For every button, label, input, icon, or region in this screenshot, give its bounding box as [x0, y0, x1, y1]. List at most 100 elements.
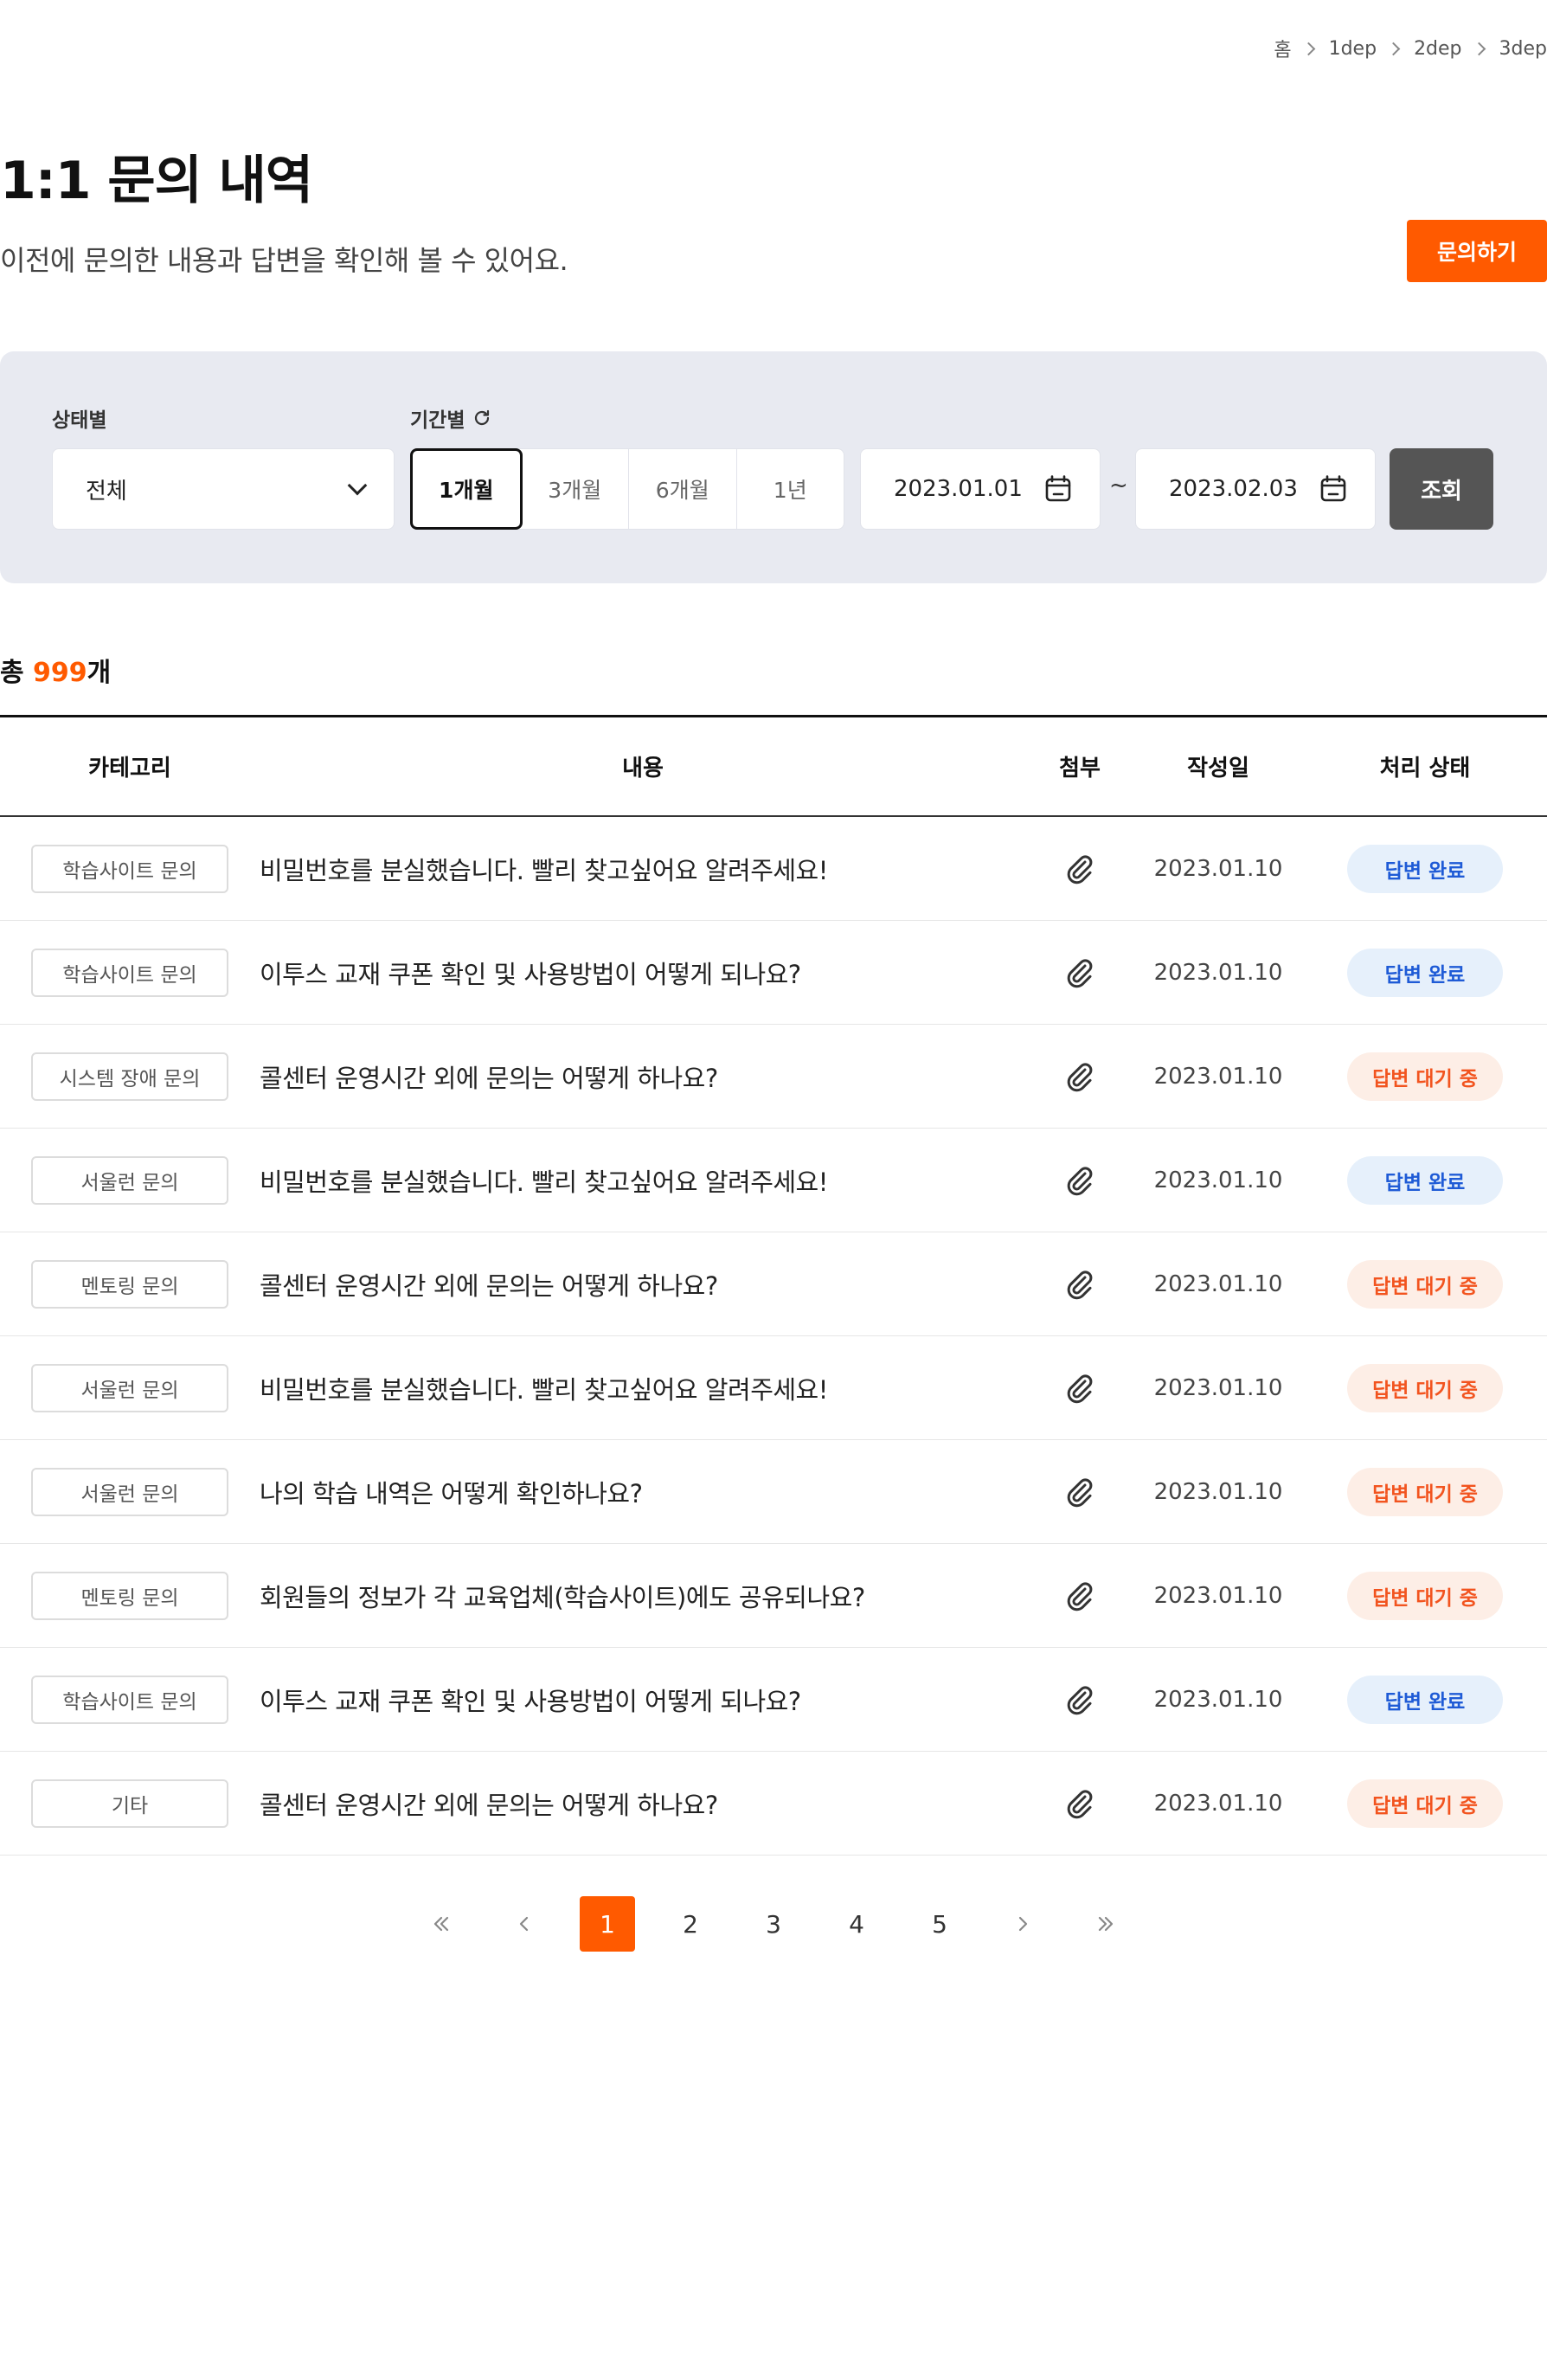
- category-tag: 학습사이트 문의: [31, 948, 228, 997]
- pagination: 1 2 3 4 5: [0, 1895, 1547, 1952]
- period-1year-button[interactable]: 1년: [737, 449, 844, 529]
- breadcrumb: 홈 1dep 2dep 3dep: [1274, 33, 1547, 64]
- attachment-cell: [1026, 1163, 1133, 1198]
- table-body: 학습사이트 문의 비밀번호를 분실했습니다. 빨리 찾고싶어요 알려주세요! 2…: [0, 817, 1547, 1856]
- paperclip-icon[interactable]: [1062, 852, 1097, 886]
- category-cell: 기타: [0, 1779, 260, 1828]
- next-page-button[interactable]: [995, 1896, 1050, 1952]
- table-row[interactable]: 서울런 문의 비밀번호를 분실했습니다. 빨리 찾고싶어요 알려주세요! 202…: [0, 1336, 1547, 1440]
- inquiry-title[interactable]: 회원들의 정보가 각 교육업체(학습사이트)에도 공유되나요?: [260, 1578, 1026, 1614]
- table-header: 카테고리 내용 첨부 작성일 처리 상태: [0, 715, 1547, 817]
- page-title: 1:1 문의 내역: [0, 151, 313, 211]
- paperclip-icon[interactable]: [1062, 1267, 1097, 1302]
- paperclip-icon[interactable]: [1062, 1475, 1097, 1509]
- inquiry-table: 카테고리 내용 첨부 작성일 처리 상태 학습사이트 문의 비밀번호를 분실했습…: [0, 715, 1547, 1856]
- table-row[interactable]: 멘토링 문의 콜센터 운영시간 외에 문의는 어떻게 하나요? 2023.01.…: [0, 1232, 1547, 1336]
- paperclip-icon[interactable]: [1062, 1786, 1097, 1821]
- paperclip-icon[interactable]: [1062, 1579, 1097, 1613]
- date-to-value: 2023.02.03: [1169, 476, 1298, 502]
- status-badge: 답변 대기 중: [1347, 1779, 1503, 1828]
- inquiry-title[interactable]: 이투스 교재 쿠폰 확인 및 사용방법이 어떻게 되나요?: [260, 955, 1026, 991]
- status-select[interactable]: 전체: [52, 448, 395, 530]
- paperclip-icon[interactable]: [1062, 955, 1097, 990]
- status-cell: 답변 대기 중: [1303, 1571, 1547, 1620]
- header-status: 처리 상태: [1379, 756, 1471, 782]
- prev-page-button[interactable]: [497, 1896, 552, 1952]
- category-tag: 서울런 문의: [31, 1467, 228, 1516]
- inquiry-title[interactable]: 비밀번호를 분실했습니다. 빨리 찾고싶어요 알려주세요!: [260, 851, 1026, 887]
- period-6months-button[interactable]: 6개월: [629, 449, 737, 529]
- inquiry-title[interactable]: 비밀번호를 분실했습니다. 빨리 찾고싶어요 알려주세요!: [260, 1162, 1026, 1199]
- inquiry-title[interactable]: 콜센터 운영시간 외에 문의는 어떻게 하나요?: [260, 1058, 1026, 1095]
- category-tag: 서울런 문의: [31, 1155, 228, 1205]
- calendar-icon[interactable]: [1043, 473, 1074, 505]
- table-row[interactable]: 학습사이트 문의 이투스 교재 쿠폰 확인 및 사용방법이 어떻게 되나요? 2…: [0, 921, 1547, 1025]
- table-row[interactable]: 멘토링 문의 회원들의 정보가 각 교육업체(학습사이트)에도 공유되나요? 2…: [0, 1544, 1547, 1648]
- category-tag: 시스템 장애 문의: [31, 1052, 228, 1101]
- category-cell: 시스템 장애 문의: [0, 1052, 260, 1101]
- category-cell: 멘토링 문의: [0, 1259, 260, 1309]
- status-cell: 답변 완료: [1303, 844, 1547, 893]
- period-1month-button[interactable]: 1개월: [410, 448, 523, 530]
- attachment-cell: [1026, 852, 1133, 886]
- table-row[interactable]: 서울런 문의 나의 학습 내역은 어떻게 확인하나요? 2023.01.10 답…: [0, 1440, 1547, 1544]
- period-3months-button[interactable]: 3개월: [522, 449, 629, 529]
- category-tag: 멘토링 문의: [31, 1571, 228, 1620]
- last-page-button[interactable]: [1078, 1896, 1133, 1952]
- chevron-right-icon: [1018, 1916, 1028, 1932]
- inquiry-title[interactable]: 콜센터 운영시간 외에 문의는 어떻게 하나요?: [260, 1266, 1026, 1303]
- category-tag: 학습사이트 문의: [31, 1675, 228, 1724]
- date-from-field[interactable]: 2023.01.01: [860, 448, 1101, 530]
- search-button[interactable]: 조회: [1390, 448, 1493, 530]
- paperclip-icon[interactable]: [1062, 1682, 1097, 1717]
- paperclip-icon[interactable]: [1062, 1163, 1097, 1198]
- calendar-icon[interactable]: [1318, 473, 1349, 505]
- status-badge: 답변 완료: [1347, 948, 1503, 997]
- table-row[interactable]: 기타 콜센터 운영시간 외에 문의는 어떻게 하나요? 2023.01.10 답…: [0, 1752, 1547, 1856]
- category-cell: 학습사이트 문의: [0, 844, 260, 893]
- breadcrumb-item-2dep[interactable]: 2dep: [1414, 38, 1461, 60]
- category-tag: 학습사이트 문의: [31, 844, 228, 893]
- inquire-button[interactable]: 문의하기: [1407, 220, 1547, 282]
- attachment-cell: [1026, 955, 1133, 990]
- attachment-cell: [1026, 1371, 1133, 1405]
- page-5-button[interactable]: 5: [912, 1896, 967, 1952]
- table-row[interactable]: 학습사이트 문의 비밀번호를 분실했습니다. 빨리 찾고싶어요 알려주세요! 2…: [0, 817, 1547, 921]
- status-badge: 답변 완료: [1347, 844, 1503, 893]
- table-row[interactable]: 시스템 장애 문의 콜센터 운영시간 외에 문의는 어떻게 하나요? 2023.…: [0, 1025, 1547, 1129]
- inquiry-title[interactable]: 비밀번호를 분실했습니다. 빨리 찾고싶어요 알려주세요!: [260, 1370, 1026, 1406]
- attachment-cell: [1026, 1267, 1133, 1302]
- created-date: 2023.01.10: [1153, 1582, 1283, 1609]
- category-cell: 멘토링 문의: [0, 1571, 260, 1620]
- status-badge: 답변 대기 중: [1347, 1259, 1503, 1309]
- inquiry-title[interactable]: 이투스 교재 쿠폰 확인 및 사용방법이 어떻게 되나요?: [260, 1682, 1026, 1718]
- page-3-button[interactable]: 3: [746, 1896, 801, 1952]
- page-description: 이전에 문의한 내용과 답변을 확인해 볼 수 있어요.: [0, 244, 568, 277]
- page-2-button[interactable]: 2: [663, 1896, 718, 1952]
- category-tag: 멘토링 문의: [31, 1259, 228, 1309]
- attachment-cell: [1026, 1579, 1133, 1613]
- inquiry-title[interactable]: 콜센터 운영시간 외에 문의는 어떻게 하나요?: [260, 1785, 1026, 1822]
- category-tag: 기타: [31, 1779, 228, 1828]
- inquiry-title[interactable]: 나의 학습 내역은 어떻게 확인하나요?: [260, 1474, 1026, 1510]
- first-page-button[interactable]: [414, 1896, 469, 1952]
- header-category: 카테고리: [88, 756, 171, 782]
- category-cell: 학습사이트 문의: [0, 948, 260, 997]
- paperclip-icon[interactable]: [1062, 1059, 1097, 1094]
- created-date: 2023.01.10: [1153, 1270, 1283, 1297]
- paperclip-icon[interactable]: [1062, 1371, 1097, 1405]
- breadcrumb-item-1dep[interactable]: 1dep: [1329, 38, 1377, 60]
- breadcrumb-item-3dep[interactable]: 3dep: [1499, 38, 1547, 60]
- page-4-button[interactable]: 4: [829, 1896, 884, 1952]
- status-badge: 답변 대기 중: [1347, 1571, 1503, 1620]
- status-cell: 답변 대기 중: [1303, 1363, 1547, 1412]
- table-row[interactable]: 서울런 문의 비밀번호를 분실했습니다. 빨리 찾고싶어요 알려주세요! 202…: [0, 1129, 1547, 1232]
- breadcrumb-item-home[interactable]: 홈: [1274, 35, 1291, 62]
- category-tag: 서울런 문의: [31, 1363, 228, 1412]
- page-1-button[interactable]: 1: [580, 1896, 635, 1952]
- status-select-value: 전체: [86, 478, 127, 505]
- table-row[interactable]: 학습사이트 문의 이투스 교재 쿠폰 확인 및 사용방법이 어떻게 되나요? 2…: [0, 1648, 1547, 1752]
- refresh-icon[interactable]: [472, 408, 492, 428]
- header-attachment: 첨부: [1059, 756, 1101, 782]
- date-to-field[interactable]: 2023.02.03: [1135, 448, 1376, 530]
